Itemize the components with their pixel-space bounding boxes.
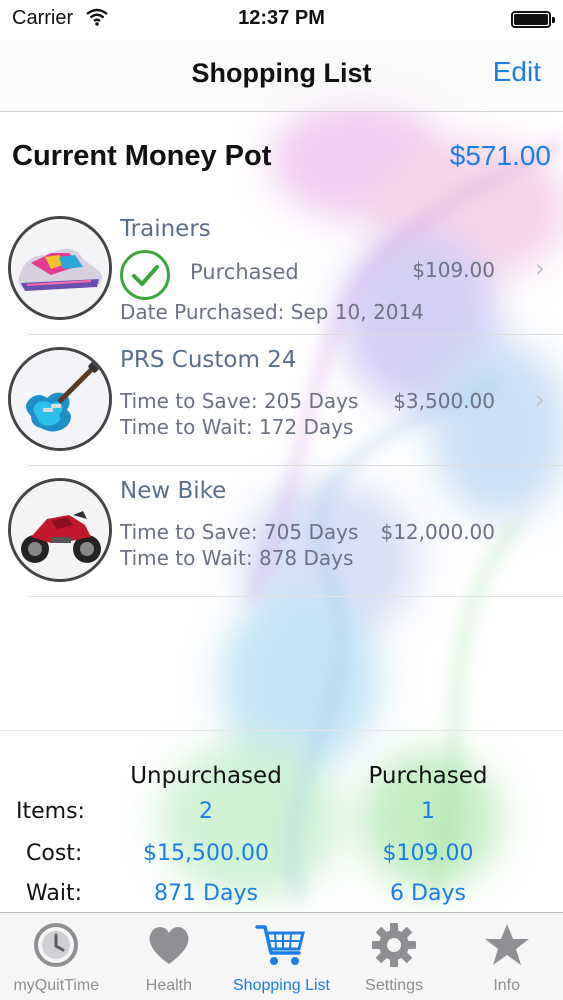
- purchased-column-header: Purchased: [368, 763, 488, 789]
- purchased-check-icon: [120, 250, 170, 300]
- heart-icon: [145, 921, 193, 974]
- status-time: 12:37 PM: [238, 7, 325, 29]
- time-to-wait: Time to Wait: 172 Days: [120, 415, 354, 439]
- tab-label: Info: [493, 977, 521, 994]
- tab-label: Health: [145, 977, 193, 994]
- unpurchased-items-value: 2: [199, 799, 213, 824]
- purchased-items-value: 1: [421, 799, 435, 824]
- money-pot-label: Current Money Pot: [12, 140, 272, 172]
- list-item-prs-custom-24[interactable]: PRS Custom 24 Time to Save: 205 Days Tim…: [8, 335, 563, 466]
- time-to-save: Time to Save: 205 Days: [120, 389, 359, 413]
- gear-icon: [370, 921, 418, 974]
- shopping-list: Trainers Purchased $109.00 › Date Purcha…: [0, 204, 563, 597]
- guitar-image: [8, 347, 112, 451]
- star-icon: [483, 921, 531, 974]
- status-bar: Carrier 12:37 PM: [0, 0, 563, 40]
- summary-section: Unpurchased Purchased Items: 2 1 Cost: $…: [0, 730, 563, 912]
- item-name: New Bike: [120, 478, 227, 504]
- unpurchased-wait-value: 871 Days: [154, 881, 258, 906]
- tab-settings[interactable]: Settings: [338, 913, 451, 1000]
- tab-label: Settings: [365, 977, 423, 994]
- tab-shopping-list[interactable]: Shopping List: [225, 913, 338, 1000]
- edit-button[interactable]: Edit: [493, 56, 541, 88]
- unpurchased-column-header: Unpurchased: [130, 763, 282, 789]
- money-pot-row: Current Money Pot $571.00: [0, 112, 563, 204]
- item-price: $3,500.00: [393, 389, 495, 413]
- clock-icon: [32, 921, 80, 974]
- item-name: Trainers: [120, 216, 211, 242]
- list-item-trainers[interactable]: Trainers Purchased $109.00 › Date Purcha…: [8, 204, 563, 335]
- tab-label: myQuitTime: [13, 977, 100, 994]
- cost-label: Cost:: [26, 841, 83, 866]
- item-name: PRS Custom 24: [120, 347, 297, 373]
- money-pot-value: $571.00: [449, 140, 551, 171]
- battery-icon: [511, 11, 555, 28]
- chevron-right-icon: ›: [534, 254, 545, 284]
- trainers-image: [8, 216, 112, 320]
- date-purchased: Date Purchased: Sep 10, 2014: [120, 300, 424, 324]
- status-label: Purchased: [190, 260, 299, 284]
- motorbike-image: [8, 478, 112, 582]
- page-title: Shopping List: [191, 58, 372, 88]
- navigation-bar: Shopping List Edit: [0, 40, 563, 112]
- purchased-wait-value: 6 Days: [390, 881, 466, 906]
- unpurchased-cost-value: $15,500.00: [143, 841, 269, 866]
- items-label: Items:: [16, 799, 85, 824]
- item-price: $12,000.00: [380, 520, 495, 544]
- tab-info[interactable]: Info: [450, 913, 563, 1000]
- time-to-save: Time to Save: 705 Days: [120, 520, 359, 544]
- tab-bar: myQuitTime Health Shopping List Settings…: [0, 912, 563, 1000]
- chevron-right-icon: ›: [534, 385, 545, 415]
- cart-icon: [255, 921, 307, 974]
- time-to-wait: Time to Wait: 878 Days: [120, 546, 354, 570]
- list-item-new-bike[interactable]: New Bike Time to Save: 705 Days Time to …: [8, 466, 563, 597]
- tab-label: Shopping List: [233, 977, 330, 994]
- item-price: $109.00: [412, 258, 495, 282]
- wait-label: Wait:: [26, 881, 82, 906]
- purchased-cost-value: $109.00: [382, 841, 474, 866]
- tab-health[interactable]: Health: [113, 913, 226, 1000]
- tab-myquittime[interactable]: myQuitTime: [0, 913, 113, 1000]
